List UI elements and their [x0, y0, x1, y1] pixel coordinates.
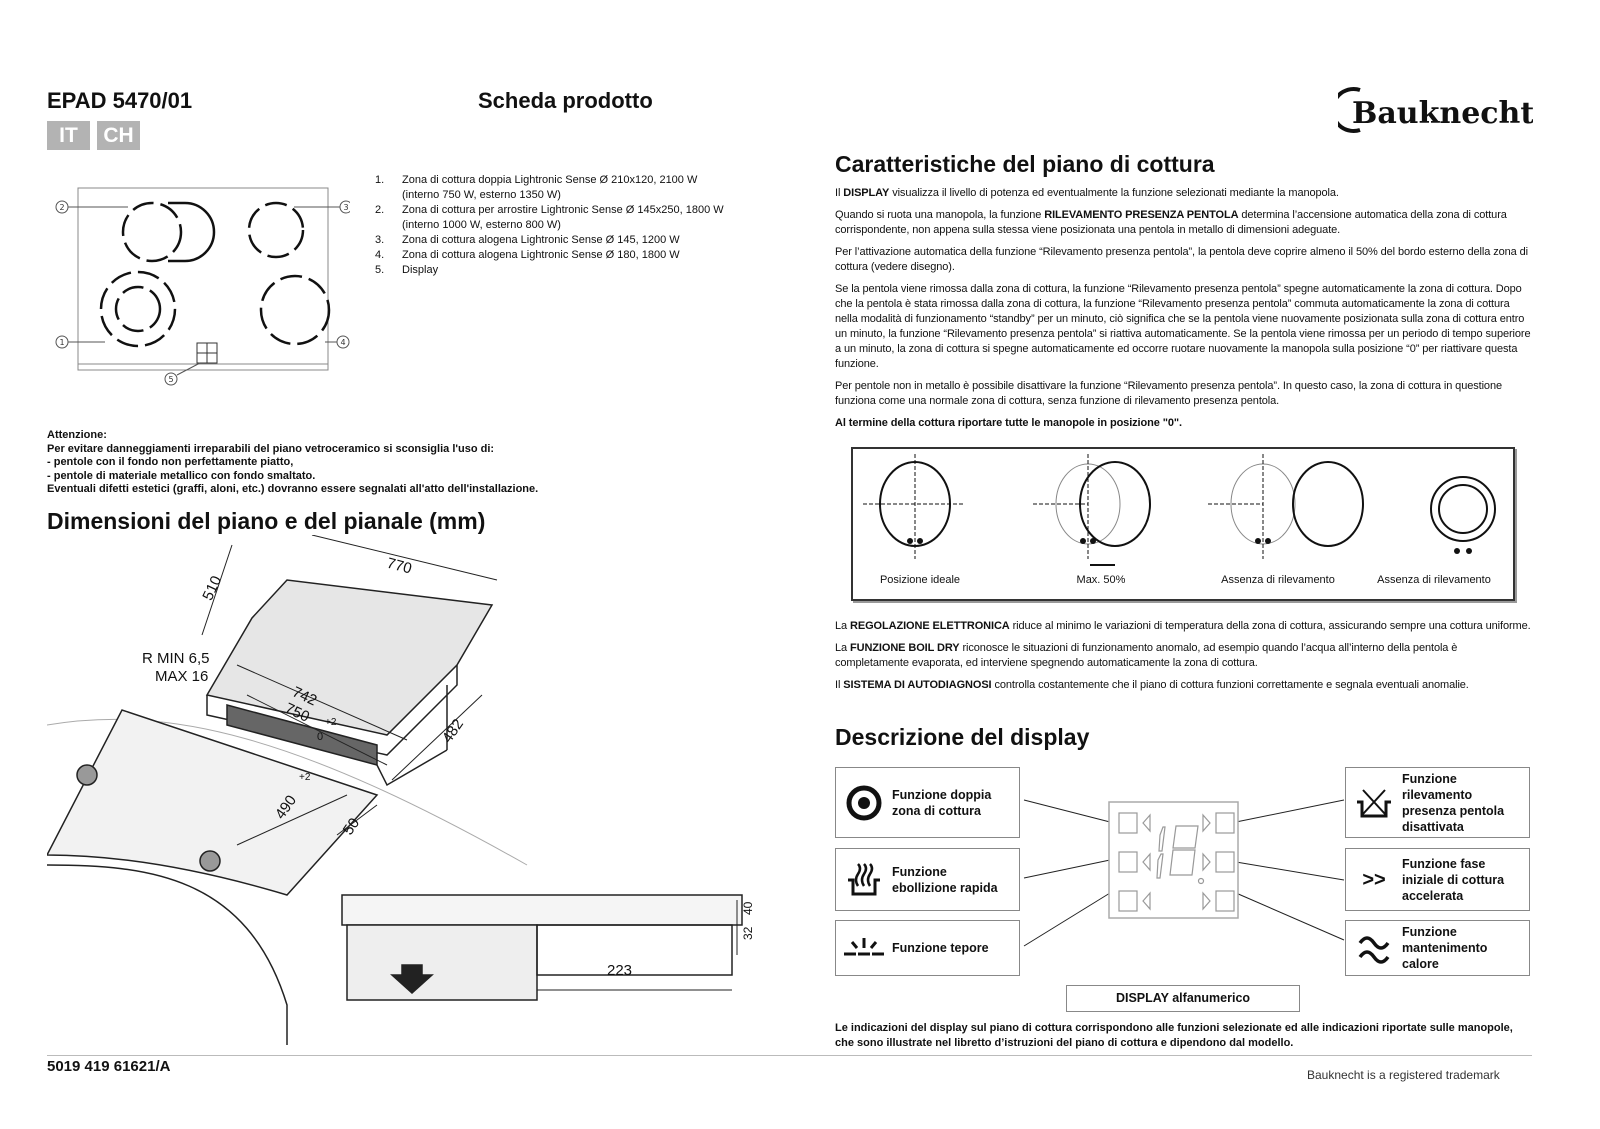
svg-text:MAX 16: MAX 16 [155, 668, 208, 685]
list-item: 3. Zona di cottura alogena Lightronic Sen… [375, 234, 680, 246]
callout-2: 2 [59, 203, 64, 212]
svg-text:32: 32 [741, 926, 755, 940]
pan-position-diagram: Posizione ideale Max. 50% Assenza di ril… [851, 447, 1515, 601]
features-text-2: La REGOLAZIONE ELETTRONICA riduce al min… [835, 619, 1532, 700]
installation-drawing: 510 770 R MIN 6,5 MAX 16 742 750 +2 0 48… [47, 535, 755, 1045]
svg-text:+2: +2 [299, 772, 311, 783]
fast-start-icon: >> [1362, 868, 1386, 891]
keep-warm-icon [1346, 931, 1402, 965]
dimensions-heading: Dimensioni del piano e del pianale (mm) [47, 508, 486, 534]
svg-text:770: 770 [385, 555, 414, 578]
svg-text:223: 223 [607, 962, 632, 979]
trademark-notice: Bauknecht is a registered trademark [1307, 1068, 1500, 1082]
display-panel-diagram [1023, 799, 1345, 947]
paragraph: Il SISTEMA DI AUTODIAGNOSI controlla cos… [835, 679, 1469, 691]
paragraph: Per pentole non in metallo è possibile d… [835, 380, 1502, 407]
list-item: 5. Display [375, 264, 439, 276]
list-item: 1. Zona di cottura doppia Lightronic Sens… [375, 174, 698, 201]
callout-1: 1 [59, 338, 64, 347]
document-code: 5019 419 61621/A [47, 1058, 171, 1075]
bauknecht-logo: Bauknecht [1330, 86, 1534, 134]
svg-text:Bauknecht: Bauknecht [1352, 96, 1533, 131]
features-text: Il DISPLAY visualizza il livello di pote… [835, 186, 1532, 438]
function-warm: Funzione tepore [835, 920, 1020, 976]
caption-no-detection-1: Assenza di rilevamento [1221, 574, 1335, 586]
callout-5: 5 [168, 375, 173, 384]
paragraph: La FUNZIONE BOIL DRY riconosce le situaz… [835, 642, 1458, 669]
function-keep-warm: Funzione mantenimento calore [1345, 920, 1530, 976]
callout-4: 4 [340, 338, 345, 347]
model-title: EPAD 5470/01 [47, 88, 193, 113]
paragraph: Il DISPLAY visualizza il livello di pote… [835, 187, 1339, 199]
cooking-zone-list: 1. Zona di cottura doppia Lightronic Sens… [375, 173, 725, 278]
callout-3: 3 [343, 203, 348, 212]
caption-no-detection-2: Assenza di rilevamento [1377, 574, 1491, 586]
svg-text:+2: +2 [325, 717, 337, 728]
paragraph: La REGOLAZIONE ELETTRONICA riduce al min… [835, 620, 1531, 632]
svg-text:40: 40 [741, 901, 755, 915]
country-badge-it: IT [47, 121, 90, 150]
footer-divider [47, 1055, 1532, 1056]
warning-block: Attenzione: Per evitare danneggiamenti i… [47, 429, 539, 495]
paragraph: Se la pentola viene rimossa dalla zona d… [835, 283, 1531, 370]
display-heading: Descrizione del display [835, 724, 1090, 750]
list-item: 4. Zona di cottura alogena Lightronic Sen… [375, 249, 680, 261]
double-zone-icon [836, 784, 892, 822]
doc-type: Scheda prodotto [478, 88, 653, 113]
function-double-zone: Funzione doppia zona di cottura [835, 767, 1020, 838]
function-fast-start: >> Funzione fase iniziale di cottura acc… [1345, 848, 1530, 911]
list-item: 2. Zona di cottura per arrostire Lightron… [375, 204, 724, 231]
features-heading: Caratteristiche del piano di cottura [835, 151, 1215, 177]
svg-text:0: 0 [317, 731, 323, 743]
end-of-cooking-note: Al termine della cottura riportare tutte… [835, 417, 1182, 429]
paragraph: Per l’attivazione automatica della funzi… [835, 246, 1528, 273]
warm-icon [836, 936, 892, 960]
caption-max: Max. 50% [1076, 574, 1126, 586]
svg-text:482: 482 [439, 716, 467, 746]
hob-layout-diagram: 1 2 3 4 5 [55, 187, 350, 386]
pan-detection-off-icon [1346, 786, 1402, 820]
product-sheet: EPAD 5470/01 Scheda prodotto IT CH Baukn… [0, 0, 1600, 1129]
svg-text:R MIN 6,5: R MIN 6,5 [142, 650, 210, 667]
alphanumeric-display-label: DISPLAY alfanumerico [1066, 985, 1300, 1012]
caption-ideal: Posizione ideale [879, 574, 961, 586]
rapid-boil-icon [836, 862, 892, 898]
display-note: Le indicazioni del display sul piano di … [835, 1022, 1513, 1049]
country-badge-ch: CH [97, 121, 140, 150]
function-pan-detection-off: Funzione rilevamento presenza pentola di… [1345, 767, 1530, 838]
paragraph: Quando si ruota una manopola, la funzion… [835, 209, 1507, 236]
function-rapid-boil: Funzione ebollizione rapida [835, 848, 1020, 911]
